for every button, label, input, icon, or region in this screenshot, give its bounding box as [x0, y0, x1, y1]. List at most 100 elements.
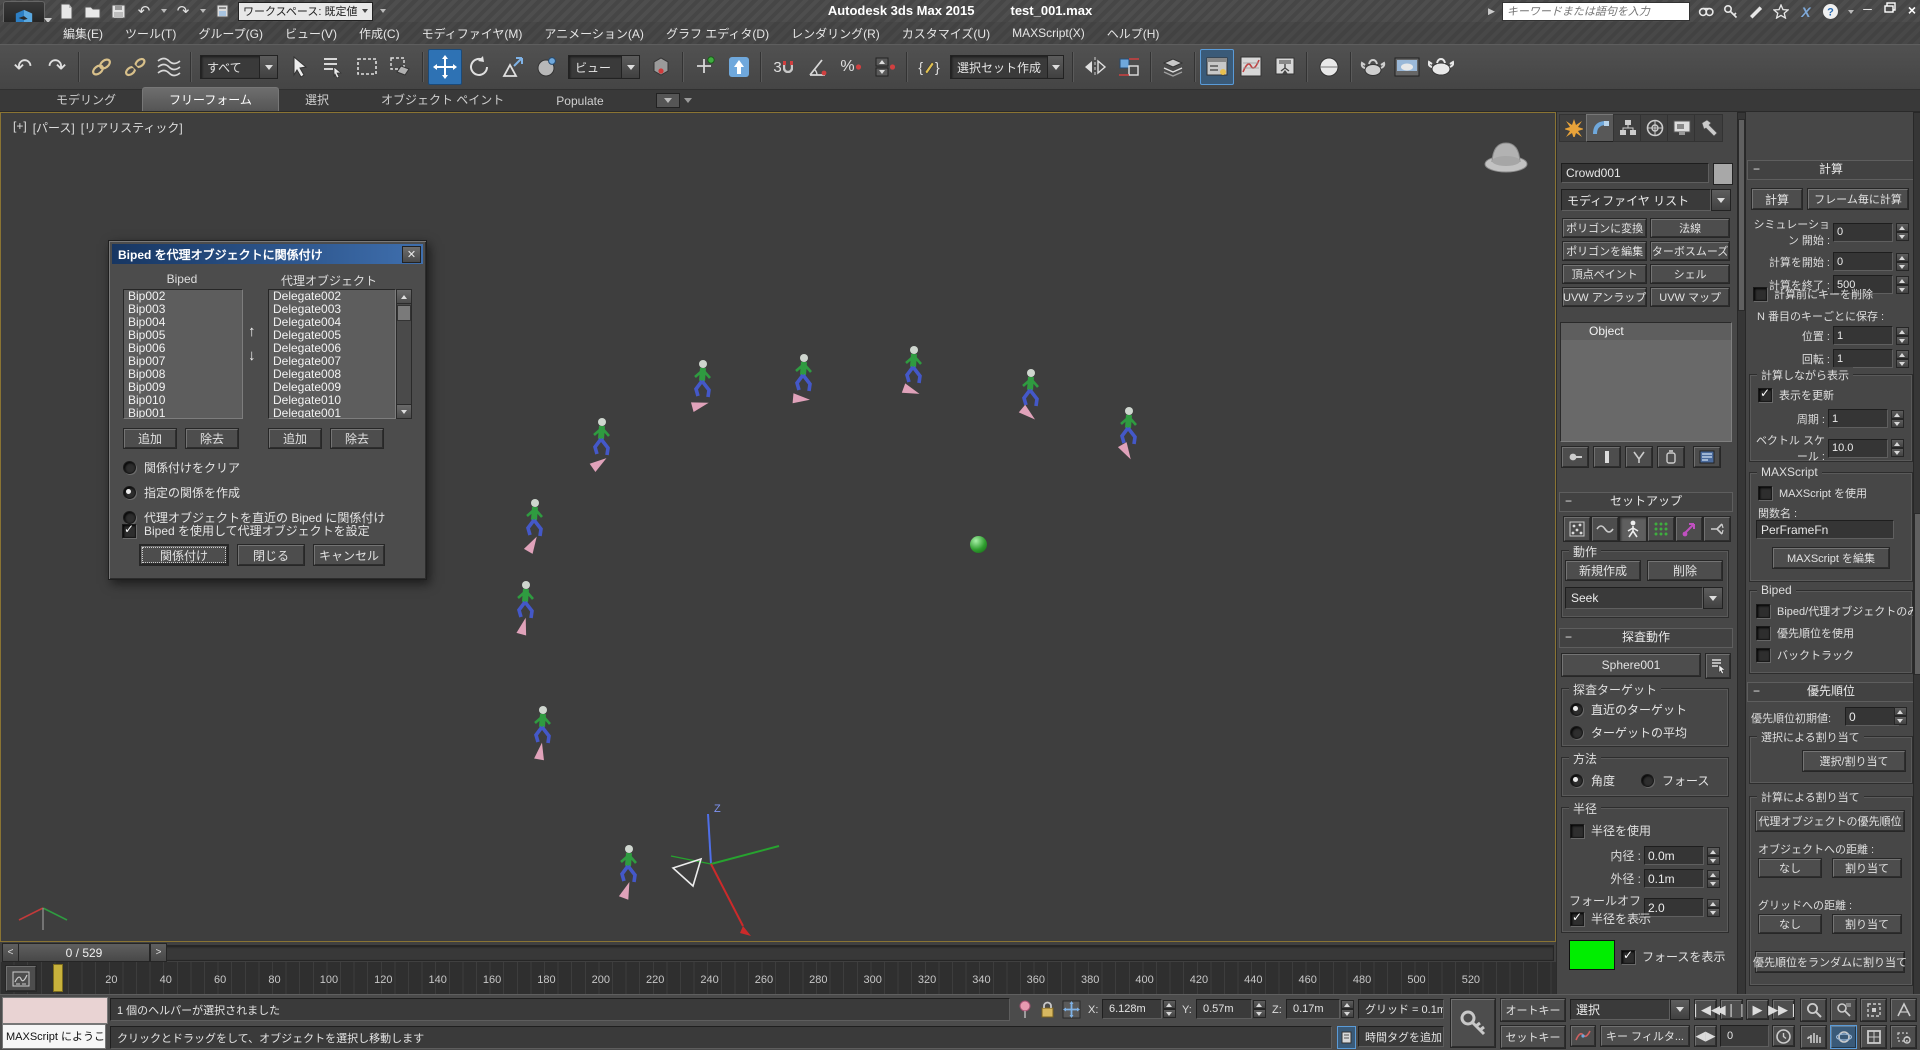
zoom-extents-icon[interactable] [1860, 998, 1887, 1022]
function-name-field[interactable]: PerFrameFn [1756, 520, 1894, 539]
steering-wheels-hat-icon[interactable] [1479, 131, 1533, 181]
pan-view-icon[interactable] [1800, 1025, 1827, 1049]
vector-field-icon[interactable] [1591, 516, 1619, 542]
setup-rollout-header[interactable]: − セットアップ [1559, 492, 1733, 512]
display-radius-checkbox[interactable]: 半径を表示 [1570, 910, 1651, 927]
auto-key-button[interactable]: オートキー [1500, 998, 1566, 1022]
seek-behavior-rollout-header[interactable]: − 探査動作 [1559, 628, 1733, 648]
biped-character[interactable] [513, 497, 557, 555]
minimize-button[interactable]: ─ [1863, 2, 1872, 18]
modifier-button[interactable]: 頂点ペイント [1562, 264, 1648, 284]
orbit-view-icon[interactable] [1830, 1025, 1857, 1049]
menu-item[interactable]: レンダリング(R) [780, 23, 891, 44]
key-filters-button[interactable]: キー フィルタ... [1600, 1025, 1690, 1047]
object-distance-assign-button[interactable]: 割り当て [1832, 858, 1902, 878]
spinner[interactable] [1896, 326, 1909, 345]
spinner[interactable] [1896, 223, 1909, 241]
restore-button[interactable] [1884, 2, 1896, 18]
communication-center-icon[interactable] [1747, 3, 1765, 21]
favorites-star-icon[interactable] [1772, 3, 1790, 21]
subscription-key-icon[interactable] [1722, 3, 1740, 21]
scatter-objects-icon[interactable] [1563, 516, 1591, 542]
biped-option-checkbox[interactable]: Biped/代理オブジェクトのみ [1756, 603, 1918, 619]
edit-named-selection-sets-icon[interactable]: {} [912, 49, 946, 85]
viewport-menu-pov[interactable]: [パース] [33, 119, 75, 136]
delegate-remove-button[interactable]: 除去 [330, 428, 384, 449]
motion-tab[interactable] [1640, 114, 1669, 142]
spinner[interactable] [1894, 707, 1907, 725]
delegate-arrow-icon[interactable] [534, 741, 547, 761]
play-animation-button[interactable]: ▶ [1746, 999, 1769, 1020]
selection-filter-dropdown[interactable]: すべて [200, 55, 278, 79]
make-unique-icon[interactable] [1625, 446, 1653, 468]
radius-value-field[interactable]: 2.0 [1644, 898, 1704, 917]
open-file-icon[interactable] [82, 2, 102, 20]
modifier-list-dropdown[interactable]: モディファイヤ リスト [1561, 189, 1731, 211]
new-behavior-button[interactable]: 新規作成 [1565, 560, 1641, 581]
show-end-result-icon[interactable] [1593, 446, 1621, 468]
modifier-button[interactable]: UVW マップ [1650, 287, 1730, 307]
edit-maxscript-button[interactable]: MAXScript を編集 [1772, 547, 1890, 569]
cognitive-controller-icon[interactable] [1703, 516, 1731, 542]
biped-character[interactable] [504, 579, 548, 637]
window-crossing-toggle-icon[interactable] [384, 49, 418, 85]
save-file-icon[interactable] [108, 2, 128, 20]
behavior-select-dropdown[interactable]: Seek [1565, 587, 1723, 609]
radius-value-field[interactable]: 0.1m [1644, 869, 1704, 888]
undo-dropdown-icon[interactable] [161, 9, 167, 13]
time-configuration-icon[interactable] [1772, 1025, 1795, 1047]
solve-rollout-header[interactable]: − 計算 [1747, 160, 1915, 180]
delete-keys-checkbox[interactable]: 計算前にキーを削除 [1753, 286, 1873, 302]
material-editor-icon[interactable] [1312, 49, 1346, 85]
undo-scene-icon[interactable]: ↶ [6, 49, 40, 85]
biped-option-checkbox[interactable]: 優先順位を使用 [1756, 625, 1918, 641]
biped-list-item[interactable]: Bip001 [124, 407, 242, 419]
ribbon-tab[interactable]: 選択 [279, 88, 355, 111]
select-and-manipulate-icon[interactable] [688, 49, 722, 85]
delegate-list-scrollbar[interactable] [396, 289, 412, 419]
biped-add-button[interactable]: 追加 [123, 428, 177, 449]
select-target-icon[interactable] [1705, 653, 1731, 679]
modify-tab[interactable] [1586, 114, 1615, 142]
force-color-swatch[interactable] [1569, 940, 1615, 970]
menu-item[interactable]: アニメーション(A) [533, 23, 655, 44]
scroll-up-icon[interactable] [397, 290, 411, 304]
rendered-frame-window-icon[interactable] [1390, 49, 1424, 85]
spinner[interactable] [1253, 1000, 1266, 1018]
zoom-icon[interactable] [1800, 998, 1827, 1022]
grid-distance-assign-button[interactable]: 割り当て [1832, 914, 1902, 934]
named-selection-sets-dropdown[interactable]: 選択セット作成 [950, 55, 1064, 79]
mini-listener-macro[interactable] [2, 997, 108, 1024]
add-time-tag-box[interactable]: 時間タグを追加 [1358, 1026, 1444, 1047]
new-scene-icon[interactable] [56, 2, 76, 20]
association-option-radio[interactable]: 指定の関係を作成 [123, 484, 385, 501]
scrollbar-thumb[interactable] [397, 305, 411, 321]
snaps-toggle-icon[interactable]: 3 [766, 49, 800, 85]
track-bar[interactable]: 20 40 60 80 100 120 140 160 180 200 220 240 260 280 30… [0, 962, 1556, 995]
biped-remove-button[interactable]: 除去 [185, 428, 239, 449]
modifier-button[interactable]: ポリゴンを編集 [1562, 241, 1648, 261]
solve-button[interactable]: 計算 [1751, 188, 1803, 210]
biped-setup-icon[interactable] [1619, 516, 1647, 542]
nth-value-field[interactable]: 1 [1833, 349, 1893, 368]
method-radio[interactable]: 角度 [1570, 772, 1615, 789]
scene-explorer-toggle-icon[interactable] [1200, 49, 1234, 85]
delegate-list[interactable]: Delegate002 Delegate003 Delegate004 Delegat… [268, 289, 396, 419]
association-option-radio[interactable]: 関係付けをクリア [123, 459, 385, 476]
display-value-field[interactable]: 10.0 [1828, 438, 1888, 458]
seek-target-radio[interactable]: ターゲットの平均 [1570, 724, 1687, 741]
previous-frame-arrow[interactable]: < [2, 943, 19, 962]
use-radius-checkbox[interactable]: 半径を使用 [1570, 822, 1651, 839]
spinner[interactable] [1707, 898, 1720, 917]
y-coord-field[interactable]: 0.57m [1196, 999, 1252, 1019]
delete-behavior-button[interactable]: 削除 [1647, 560, 1723, 581]
panel-scrollbar-right[interactable] [1913, 112, 1920, 996]
delegate-priority-button[interactable]: 代理オブジェクトの優先順位 [1755, 810, 1905, 832]
schematic-view-icon[interactable] [1268, 49, 1302, 85]
reference-coordinate-dropdown[interactable]: ビュー [568, 55, 640, 79]
target-sphere[interactable] [970, 536, 987, 553]
menu-item[interactable]: ツール(T) [114, 23, 187, 44]
rectangular-selection-region-icon[interactable] [350, 49, 384, 85]
select-and-place-icon[interactable] [530, 49, 564, 85]
previous-frame-button[interactable]: ◀❘❘ [1716, 999, 1747, 1020]
